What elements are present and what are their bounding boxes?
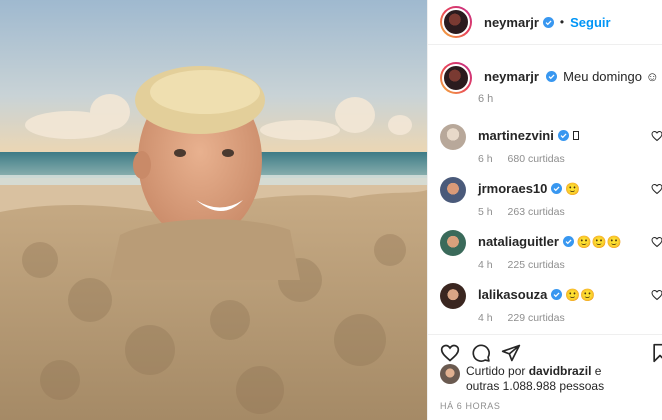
comment-avatar[interactable] [440,124,466,150]
author-username[interactable]: neymarjr [484,15,539,30]
comment-emoji-placeholder [572,131,579,140]
bookmark-icon[interactable] [650,343,662,363]
liked-by: Curtido por davidbrazil e outras 1.088.9… [440,364,604,394]
follow-button[interactable]: Seguir [570,15,610,30]
comment-item: martinezvini 6 h 680 curtidas [440,124,662,170]
comment-username[interactable]: nataliaguitler [478,234,559,249]
post-timestamp[interactable]: HÁ 6 HORAS [440,401,501,411]
comment-likes[interactable]: 263 curtidas [508,206,565,218]
comment-icon[interactable] [471,343,491,363]
comment-avatar[interactable] [440,230,466,256]
heart-icon[interactable] [651,130,662,142]
comment-time: 5 h [478,206,493,218]
verified-badge-icon [545,71,557,82]
post-photo[interactable] [0,0,427,420]
comment-item: jrmoraes10 🙂 5 h 263 curtidas [440,177,662,223]
verified-badge-icon [551,289,563,300]
comment-username[interactable]: martinezvini [478,128,554,143]
caption-time: 6 h [478,93,494,105]
verified-badge-icon [542,16,554,28]
comment-text: 🙂 [565,181,581,196]
liked-by-user[interactable]: davidbrazil [529,364,592,378]
photo-scene [0,0,427,420]
comment-text: 🙂🙂🙂 [576,234,622,249]
comment-avatar[interactable] [440,177,466,203]
heart-icon[interactable] [651,183,662,195]
comment-username[interactable]: lalikasouza [478,287,547,302]
comment-likes[interactable]: 225 curtidas [508,259,565,271]
author-avatar[interactable] [440,6,472,38]
post-header: neymarjr • Seguir [428,0,662,45]
liked-by-prefix: Curtido por [466,364,526,378]
comment-username[interactable]: jrmoraes10 [478,181,547,196]
comment-text: 🙂🙂 [565,287,596,302]
liked-by-others[interactable]: outras 1.088.988 pessoas [466,379,604,393]
comment-time: 6 h [478,153,493,165]
comment-item: nataliaguitler 🙂🙂🙂 4 h 225 curtidas [440,230,662,276]
comment-likes[interactable]: 229 curtidas [508,312,565,324]
like-heart-icon[interactable] [440,343,460,363]
header-separator: • [559,15,565,29]
caption-text: Meu domingo [563,69,642,84]
heart-icon[interactable] [651,289,662,301]
comment-item: lalikasouza 🙂🙂 4 h 229 curtidas [440,283,662,329]
comment-avatar[interactable] [440,283,466,309]
caption-emoji: ☺ [645,69,659,84]
comment-likes[interactable]: 680 curtidas [508,153,565,165]
verified-badge-icon [562,236,574,247]
caption: neymarjr Meu domingo ☺ [440,62,659,94]
post-panel: neymarjr • Seguir neymarjr Meu domingo ☺… [427,0,662,420]
verified-badge-icon [557,130,569,141]
share-icon[interactable] [501,343,521,363]
comment-time: 4 h [478,312,493,324]
caption-username[interactable]: neymarjr [484,69,539,84]
heart-icon[interactable] [651,236,662,248]
liked-by-connector: e [594,364,602,378]
verified-badge-icon [551,183,563,194]
comment-time: 4 h [478,259,493,271]
caption-avatar[interactable] [440,62,472,94]
liker-avatar[interactable] [440,364,460,384]
